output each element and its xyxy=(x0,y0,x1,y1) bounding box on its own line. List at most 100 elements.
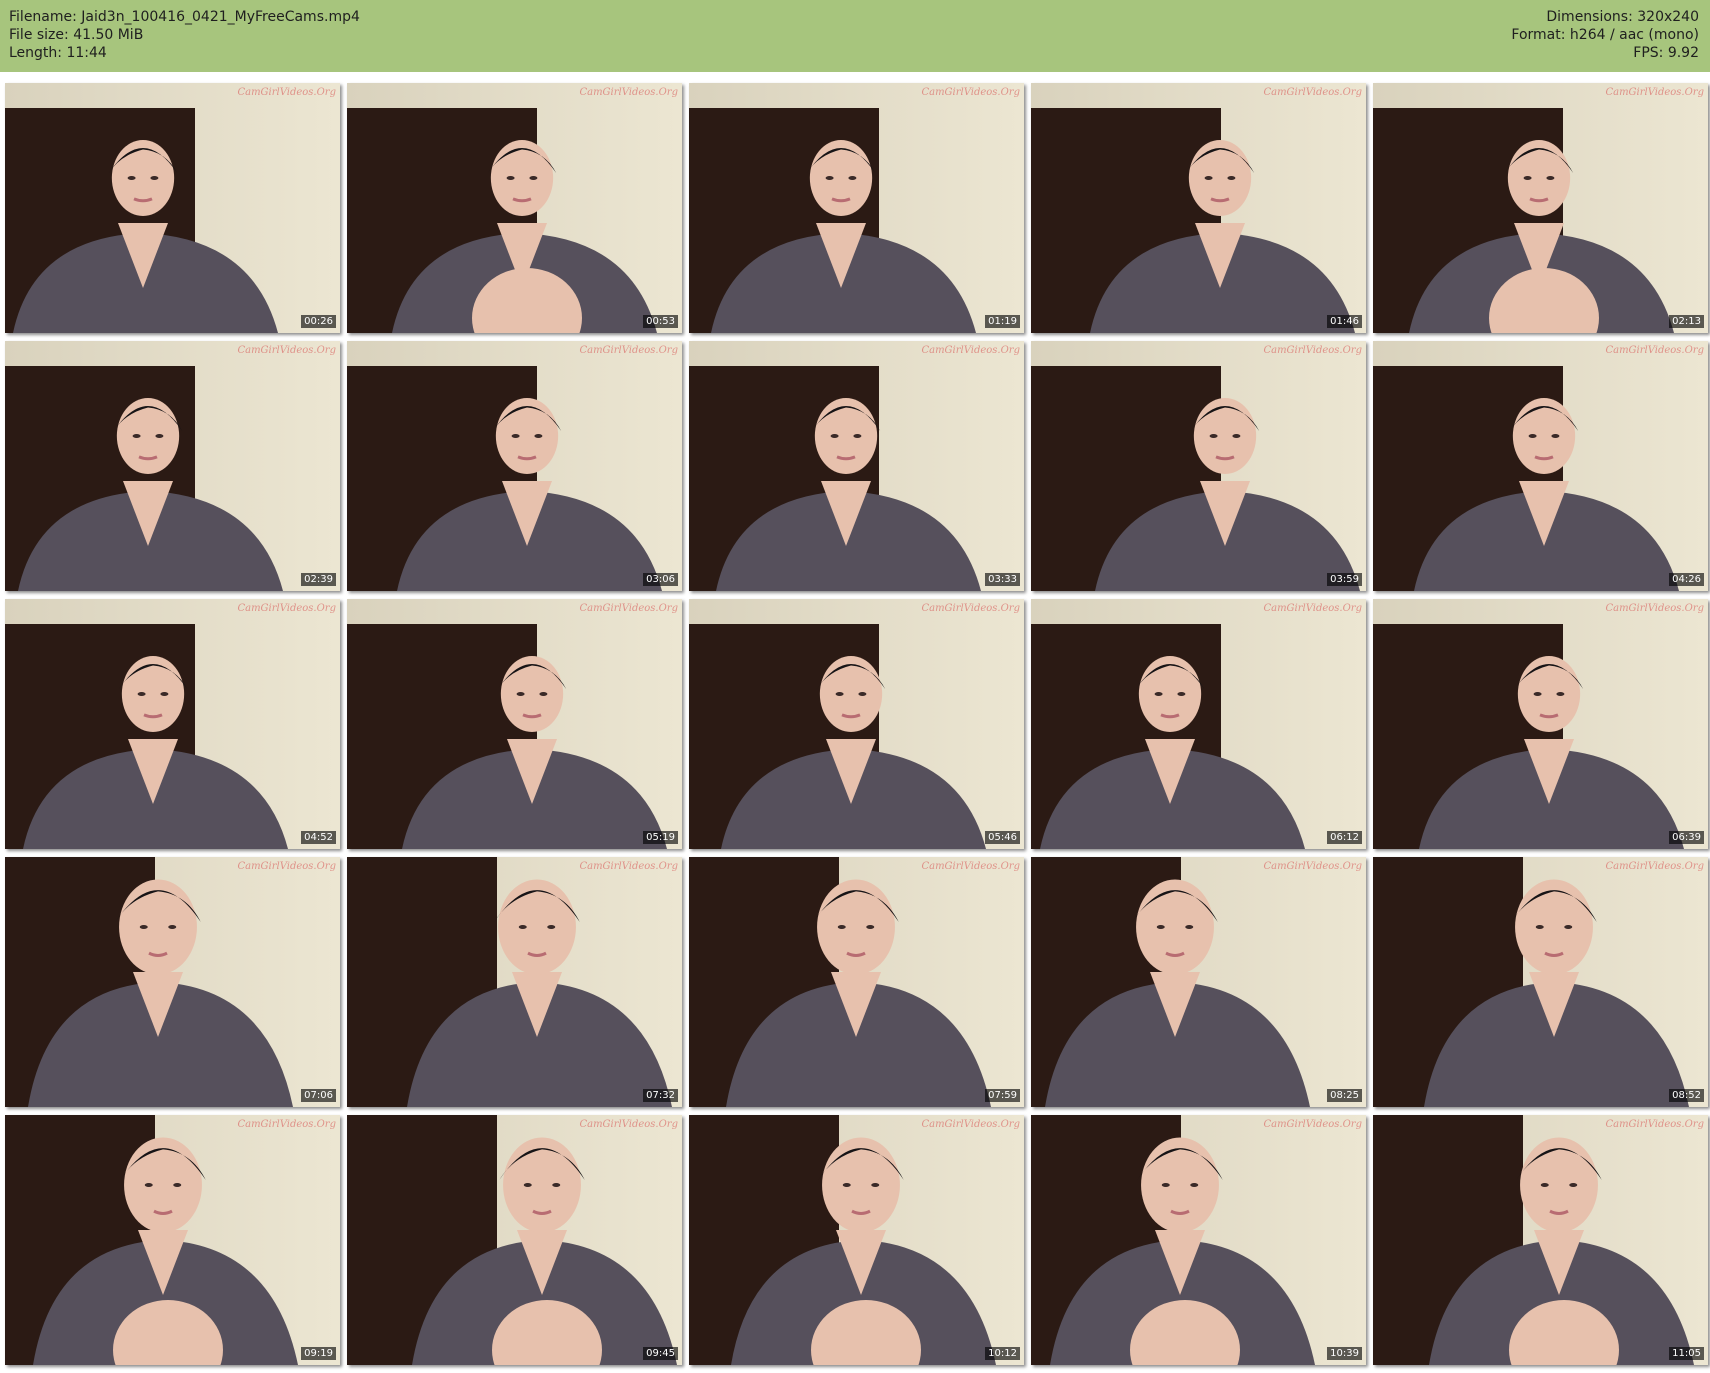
timestamp-label: 10:39 xyxy=(1327,1347,1362,1360)
watermark: CamGirlVideos.Org xyxy=(579,345,678,356)
timestamp-label: 03:06 xyxy=(643,573,678,586)
watermark: CamGirlVideos.Org xyxy=(1263,603,1362,614)
video-thumbnail: CamGirlVideos.Org 07:06 xyxy=(5,857,340,1107)
watermark: CamGirlVideos.Org xyxy=(579,603,678,614)
video-thumbnail: CamGirlVideos.Org 10:39 xyxy=(1031,1115,1366,1365)
watermark: CamGirlVideos.Org xyxy=(237,345,336,356)
video-thumbnail: CamGirlVideos.Org 04:52 xyxy=(5,599,340,849)
timestamp-label: 07:59 xyxy=(985,1089,1020,1102)
watermark: CamGirlVideos.Org xyxy=(1605,1119,1704,1130)
timestamp-label: 08:25 xyxy=(1327,1089,1362,1102)
video-thumbnail: CamGirlVideos.Org 00:53 xyxy=(347,83,682,333)
file-size-text: File size: 41.50 MiB xyxy=(9,27,144,43)
video-info: Dimensions: 320x240 Format: h264 / aac (… xyxy=(1511,8,1699,62)
video-thumbnail: CamGirlVideos.Org 05:46 xyxy=(689,599,1024,849)
watermark: CamGirlVideos.Org xyxy=(1263,87,1362,98)
video-thumbnail: CamGirlVideos.Org 01:46 xyxy=(1031,83,1366,333)
video-thumbnail: CamGirlVideos.Org 06:39 xyxy=(1373,599,1708,849)
timestamp-label: 08:52 xyxy=(1669,1089,1704,1102)
watermark: CamGirlVideos.Org xyxy=(579,861,678,872)
timestamp-label: 11:05 xyxy=(1669,1347,1704,1360)
frame-image xyxy=(1373,857,1708,1107)
timestamp-label: 04:52 xyxy=(301,831,336,844)
frame-image xyxy=(689,341,1024,591)
timestamp-label: 07:06 xyxy=(301,1089,336,1102)
frame-image xyxy=(1373,599,1708,849)
timestamp-label: 05:19 xyxy=(643,831,678,844)
video-thumbnail: CamGirlVideos.Org 02:13 xyxy=(1373,83,1708,333)
timestamp-label: 05:46 xyxy=(985,831,1020,844)
timestamp-label: 09:19 xyxy=(301,1347,336,1360)
timestamp-label: 10:12 xyxy=(985,1347,1020,1360)
watermark: CamGirlVideos.Org xyxy=(579,87,678,98)
frame-image xyxy=(5,1115,340,1365)
frame-image xyxy=(1373,341,1708,591)
timestamp-label: 09:45 xyxy=(643,1347,678,1360)
dimensions-text: Dimensions: 320x240 xyxy=(1546,9,1699,25)
video-thumbnail: CamGirlVideos.Org 09:45 xyxy=(347,1115,682,1365)
video-thumbnail: CamGirlVideos.Org 04:26 xyxy=(1373,341,1708,591)
timestamp-label: 04:26 xyxy=(1669,573,1704,586)
timestamp-label: 02:39 xyxy=(301,573,336,586)
frame-image xyxy=(1031,599,1366,849)
frame-image xyxy=(1373,1115,1708,1365)
file-info: Filename: Jaid3n_100416_0421_MyFreeCams.… xyxy=(9,8,360,62)
frame-image xyxy=(347,857,682,1107)
format-text: Format: h264 / aac (mono) xyxy=(1511,27,1699,43)
frame-image xyxy=(1031,1115,1366,1365)
watermark: CamGirlVideos.Org xyxy=(1605,87,1704,98)
watermark: CamGirlVideos.Org xyxy=(1263,861,1362,872)
watermark: CamGirlVideos.Org xyxy=(1263,1119,1362,1130)
timestamp-label: 03:59 xyxy=(1327,573,1362,586)
video-thumbnail: CamGirlVideos.Org 03:33 xyxy=(689,341,1024,591)
timestamp-label: 00:53 xyxy=(643,315,678,328)
watermark: CamGirlVideos.Org xyxy=(1263,345,1362,356)
frame-image xyxy=(5,857,340,1107)
watermark: CamGirlVideos.Org xyxy=(237,1119,336,1130)
video-thumbnail: CamGirlVideos.Org 11:05 xyxy=(1373,1115,1708,1365)
thumbnail-grid: CamGirlVideos.Org 00:26 CamGirlVideos.Or… xyxy=(0,72,1710,1373)
watermark: CamGirlVideos.Org xyxy=(579,1119,678,1130)
filename-text: Filename: Jaid3n_100416_0421_MyFreeCams.… xyxy=(9,9,360,25)
timestamp-label: 07:32 xyxy=(643,1089,678,1102)
timestamp-label: 01:46 xyxy=(1327,315,1362,328)
frame-image xyxy=(347,1115,682,1365)
frame-image xyxy=(689,857,1024,1107)
timestamp-label: 06:12 xyxy=(1327,831,1362,844)
length-text: Length: 11:44 xyxy=(9,45,107,61)
timestamp-label: 03:33 xyxy=(985,573,1020,586)
video-thumbnail: CamGirlVideos.Org 10:12 xyxy=(689,1115,1024,1365)
video-thumbnail: CamGirlVideos.Org 05:19 xyxy=(347,599,682,849)
frame-image xyxy=(347,599,682,849)
watermark: CamGirlVideos.Org xyxy=(921,87,1020,98)
video-thumbnail: CamGirlVideos.Org 08:52 xyxy=(1373,857,1708,1107)
watermark: CamGirlVideos.Org xyxy=(921,861,1020,872)
timestamp-label: 02:13 xyxy=(1669,315,1704,328)
video-thumbnail: CamGirlVideos.Org 02:39 xyxy=(5,341,340,591)
video-thumbnail: CamGirlVideos.Org 03:06 xyxy=(347,341,682,591)
watermark: CamGirlVideos.Org xyxy=(1605,345,1704,356)
frame-image xyxy=(5,83,340,333)
watermark: CamGirlVideos.Org xyxy=(921,345,1020,356)
watermark: CamGirlVideos.Org xyxy=(1605,603,1704,614)
video-thumbnail: CamGirlVideos.Org 03:59 xyxy=(1031,341,1366,591)
frame-image xyxy=(689,599,1024,849)
watermark: CamGirlVideos.Org xyxy=(237,861,336,872)
video-thumbnail: CamGirlVideos.Org 07:59 xyxy=(689,857,1024,1107)
watermark: CamGirlVideos.Org xyxy=(237,603,336,614)
frame-image xyxy=(5,341,340,591)
watermark: CamGirlVideos.Org xyxy=(237,87,336,98)
timestamp-label: 00:26 xyxy=(301,315,336,328)
info-header: Filename: Jaid3n_100416_0421_MyFreeCams.… xyxy=(0,0,1710,72)
video-thumbnail: CamGirlVideos.Org 09:19 xyxy=(5,1115,340,1365)
watermark: CamGirlVideos.Org xyxy=(921,1119,1020,1130)
frame-image xyxy=(347,83,682,333)
frame-image xyxy=(1373,83,1708,333)
frame-image xyxy=(689,83,1024,333)
watermark: CamGirlVideos.Org xyxy=(1605,861,1704,872)
timestamp-label: 06:39 xyxy=(1669,831,1704,844)
video-thumbnail: CamGirlVideos.Org 07:32 xyxy=(347,857,682,1107)
video-thumbnail: CamGirlVideos.Org 06:12 xyxy=(1031,599,1366,849)
watermark: CamGirlVideos.Org xyxy=(921,603,1020,614)
frame-image xyxy=(1031,857,1366,1107)
